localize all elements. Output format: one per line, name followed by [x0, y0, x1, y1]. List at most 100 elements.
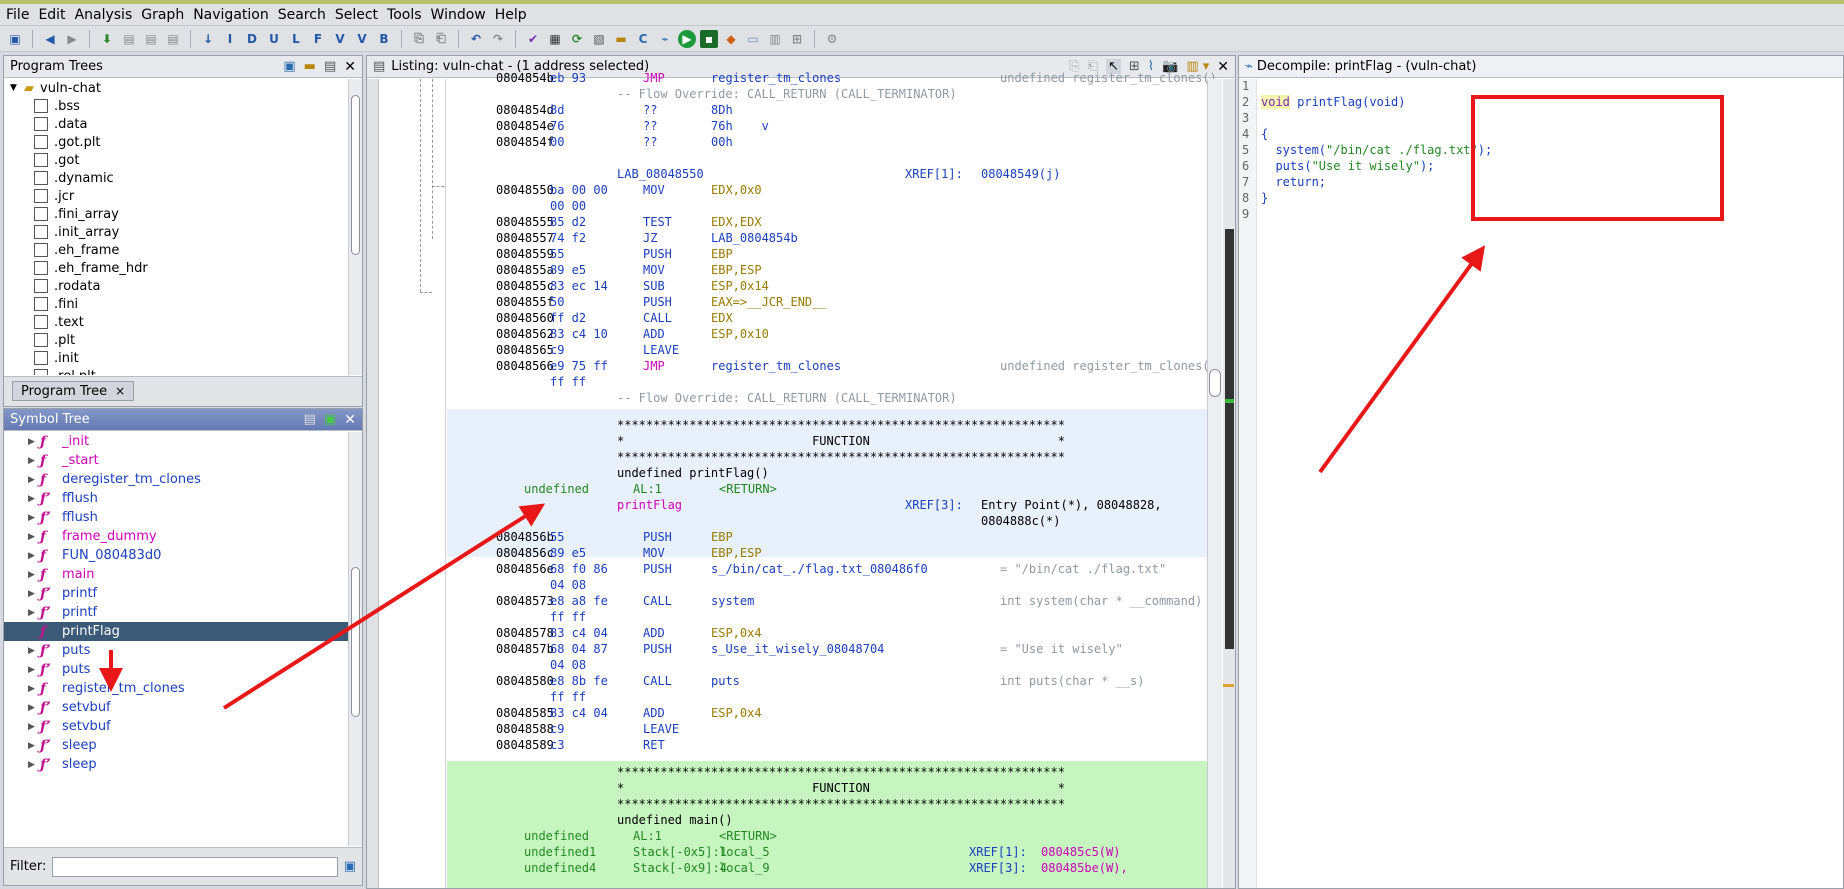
symbol-row[interactable]: ▶ ƒ’ puts: [4, 641, 362, 660]
menu-item-search[interactable]: Search: [278, 7, 326, 23]
tree-item[interactable]: .text: [4, 313, 362, 331]
expand-toggle-icon[interactable]: ▶: [28, 684, 40, 694]
next-byte-icon[interactable]: B: [375, 30, 393, 48]
next-function-icon[interactable]: F: [309, 30, 327, 48]
expand-toggle-icon[interactable]: ▶: [28, 703, 40, 713]
decompiler-icon[interactable]: ⌁: [656, 30, 674, 48]
function-graph-icon[interactable]: C: [634, 30, 652, 48]
code-line[interactable]: system("/bin/cat ./flag.txt");: [1261, 143, 1492, 159]
symbol-row[interactable]: ▶ ƒ’ setvbuf: [4, 698, 362, 717]
filter-input[interactable]: [52, 856, 338, 877]
tab-close-icon[interactable]: ×: [115, 384, 125, 398]
paste-icon[interactable]: ⎗: [432, 30, 450, 48]
check-icon[interactable]: ✔: [524, 30, 542, 48]
expand-toggle-icon[interactable]: ▶: [28, 513, 40, 523]
scroll-thumb[interactable]: [1209, 369, 1221, 397]
folder-icon[interactable]: ▬: [612, 30, 630, 48]
back-icon[interactable]: ◀: [41, 30, 59, 48]
tree-item[interactable]: .got.plt: [4, 133, 362, 151]
next-nonfunction-icon[interactable]: V: [331, 30, 349, 48]
menu-item-select[interactable]: Select: [335, 7, 378, 23]
menu-item-analysis[interactable]: Analysis: [75, 7, 133, 23]
tree-item[interactable]: .init: [4, 349, 362, 367]
tree-item[interactable]: .data: [4, 115, 362, 133]
symbol-row[interactable]: ▶ ƒ’ setvbuf: [4, 717, 362, 736]
expand-toggle-icon[interactable]: ▶: [28, 741, 40, 751]
menu-item-help[interactable]: Help: [495, 7, 527, 23]
bytes-icon[interactable]: ▤: [120, 30, 138, 48]
tree-item[interactable]: .rel.plt: [4, 367, 362, 375]
close-icon[interactable]: ✕: [344, 59, 356, 75]
expand-toggle-icon[interactable]: ▶: [28, 589, 40, 599]
code-line[interactable]: {: [1261, 127, 1268, 143]
layout-icon[interactable]: ▥: [766, 30, 784, 48]
open-folder-icon[interactable]: ▬: [304, 59, 316, 74]
menu-item-tools[interactable]: Tools: [387, 7, 422, 23]
expand-toggle-icon[interactable]: ▶: [28, 570, 40, 580]
refresh-icon[interactable]: ⟳: [568, 30, 586, 48]
code-line[interactable]: puts("Use it wisely");: [1261, 159, 1434, 175]
symbol-row[interactable]: ▶ ƒ _init: [4, 432, 362, 451]
expand-toggle-icon[interactable]: ▶: [28, 722, 40, 732]
next-data-icon[interactable]: D: [243, 30, 261, 48]
import-icon[interactable]: ⬇: [98, 30, 116, 48]
run-icon[interactable]: ▶: [678, 29, 696, 48]
symbol-row[interactable]: ▶ ƒ main: [4, 565, 362, 584]
memory-icon[interactable]: ▧: [590, 30, 608, 48]
tree-item[interactable]: .init_array: [4, 223, 362, 241]
save-icon[interactable]: ▣: [6, 30, 24, 48]
scroll-thumb[interactable]: [351, 567, 360, 717]
symbol-row[interactable]: ▶ ƒ’ printf: [4, 584, 362, 603]
tree-root[interactable]: ▼ ▰ vuln-chat: [4, 79, 362, 97]
close-icon[interactable]: ✕: [344, 412, 356, 428]
tree-item[interactable]: .jcr: [4, 187, 362, 205]
new-tree-icon[interactable]: ▣: [283, 59, 295, 74]
menu-item-navigation[interactable]: Navigation: [193, 7, 269, 23]
expand-toggle-icon[interactable]: ▶: [28, 494, 40, 504]
bytes-icon[interactable]: ▤: [164, 30, 182, 48]
expand-toggle-icon[interactable]: ▶: [28, 475, 40, 485]
next-label-icon[interactable]: L: [287, 30, 305, 48]
next-bookmark-icon[interactable]: V: [353, 30, 371, 48]
tree-item[interactable]: .got: [4, 151, 362, 169]
diamond-icon[interactable]: ◆: [722, 30, 740, 48]
expand-toggle-icon[interactable]: ▶: [28, 456, 40, 466]
tree-item[interactable]: .rodata: [4, 277, 362, 295]
copy-icon[interactable]: ⎘: [410, 30, 428, 48]
create-namespace-icon[interactable]: ▣: [324, 412, 336, 427]
forward-icon[interactable]: ▶: [63, 30, 81, 48]
expand-toggle-icon[interactable]: ▶: [28, 760, 40, 770]
menu-item-graph[interactable]: Graph: [141, 7, 184, 23]
symbol-row[interactable]: ▶ ƒ’ sleep: [4, 755, 362, 774]
scroll-thumb[interactable]: [351, 95, 360, 255]
gear-icon[interactable]: ⚙: [823, 30, 841, 48]
symbol-row[interactable]: ▶ ƒ FUN_080483d0: [4, 546, 362, 565]
symbol-row[interactable]: ƒ printFlag: [4, 622, 362, 641]
listing-scrollbar[interactable]: [1207, 79, 1222, 888]
symbol-row[interactable]: ▶ ƒ _start: [4, 451, 362, 470]
tree-icon[interactable]: ⊞: [788, 30, 806, 48]
tree-item[interactable]: .dynamic: [4, 169, 362, 187]
tree-item[interactable]: .eh_frame: [4, 241, 362, 259]
tree-item[interactable]: .bss: [4, 97, 362, 115]
symbol-row[interactable]: ▶ ƒ’ fflush: [4, 489, 362, 508]
symbol-row[interactable]: ▶ ƒ frame_dummy: [4, 527, 362, 546]
next-undefined-icon[interactable]: U: [265, 30, 283, 48]
tree-item[interactable]: .plt: [4, 331, 362, 349]
bytes-icon[interactable]: ▤: [142, 30, 160, 48]
menu-item-edit[interactable]: Edit: [38, 7, 65, 23]
menu-item-file[interactable]: File: [6, 7, 29, 23]
tree-item[interactable]: .eh_frame_hdr: [4, 259, 362, 277]
tab-program-tree[interactable]: Program Tree ×: [12, 381, 135, 401]
expand-toggle-icon[interactable]: ▶: [28, 532, 40, 542]
close-icon[interactable]: ✕: [1217, 59, 1229, 75]
terminal-icon[interactable]: ▪: [700, 29, 718, 48]
symbol-tree-scrollbar[interactable]: [348, 432, 362, 846]
code-line[interactable]: return;: [1261, 175, 1326, 191]
symbol-row[interactable]: ▶ ƒ’ printf: [4, 603, 362, 622]
undo-icon[interactable]: ↶: [467, 30, 485, 48]
program-tree-scrollbar[interactable]: [348, 79, 362, 375]
expand-toggle-icon[interactable]: ▶: [28, 551, 40, 561]
code-line[interactable]: }: [1261, 191, 1268, 207]
symbol-row[interactable]: ▶ ƒ’ sleep: [4, 736, 362, 755]
